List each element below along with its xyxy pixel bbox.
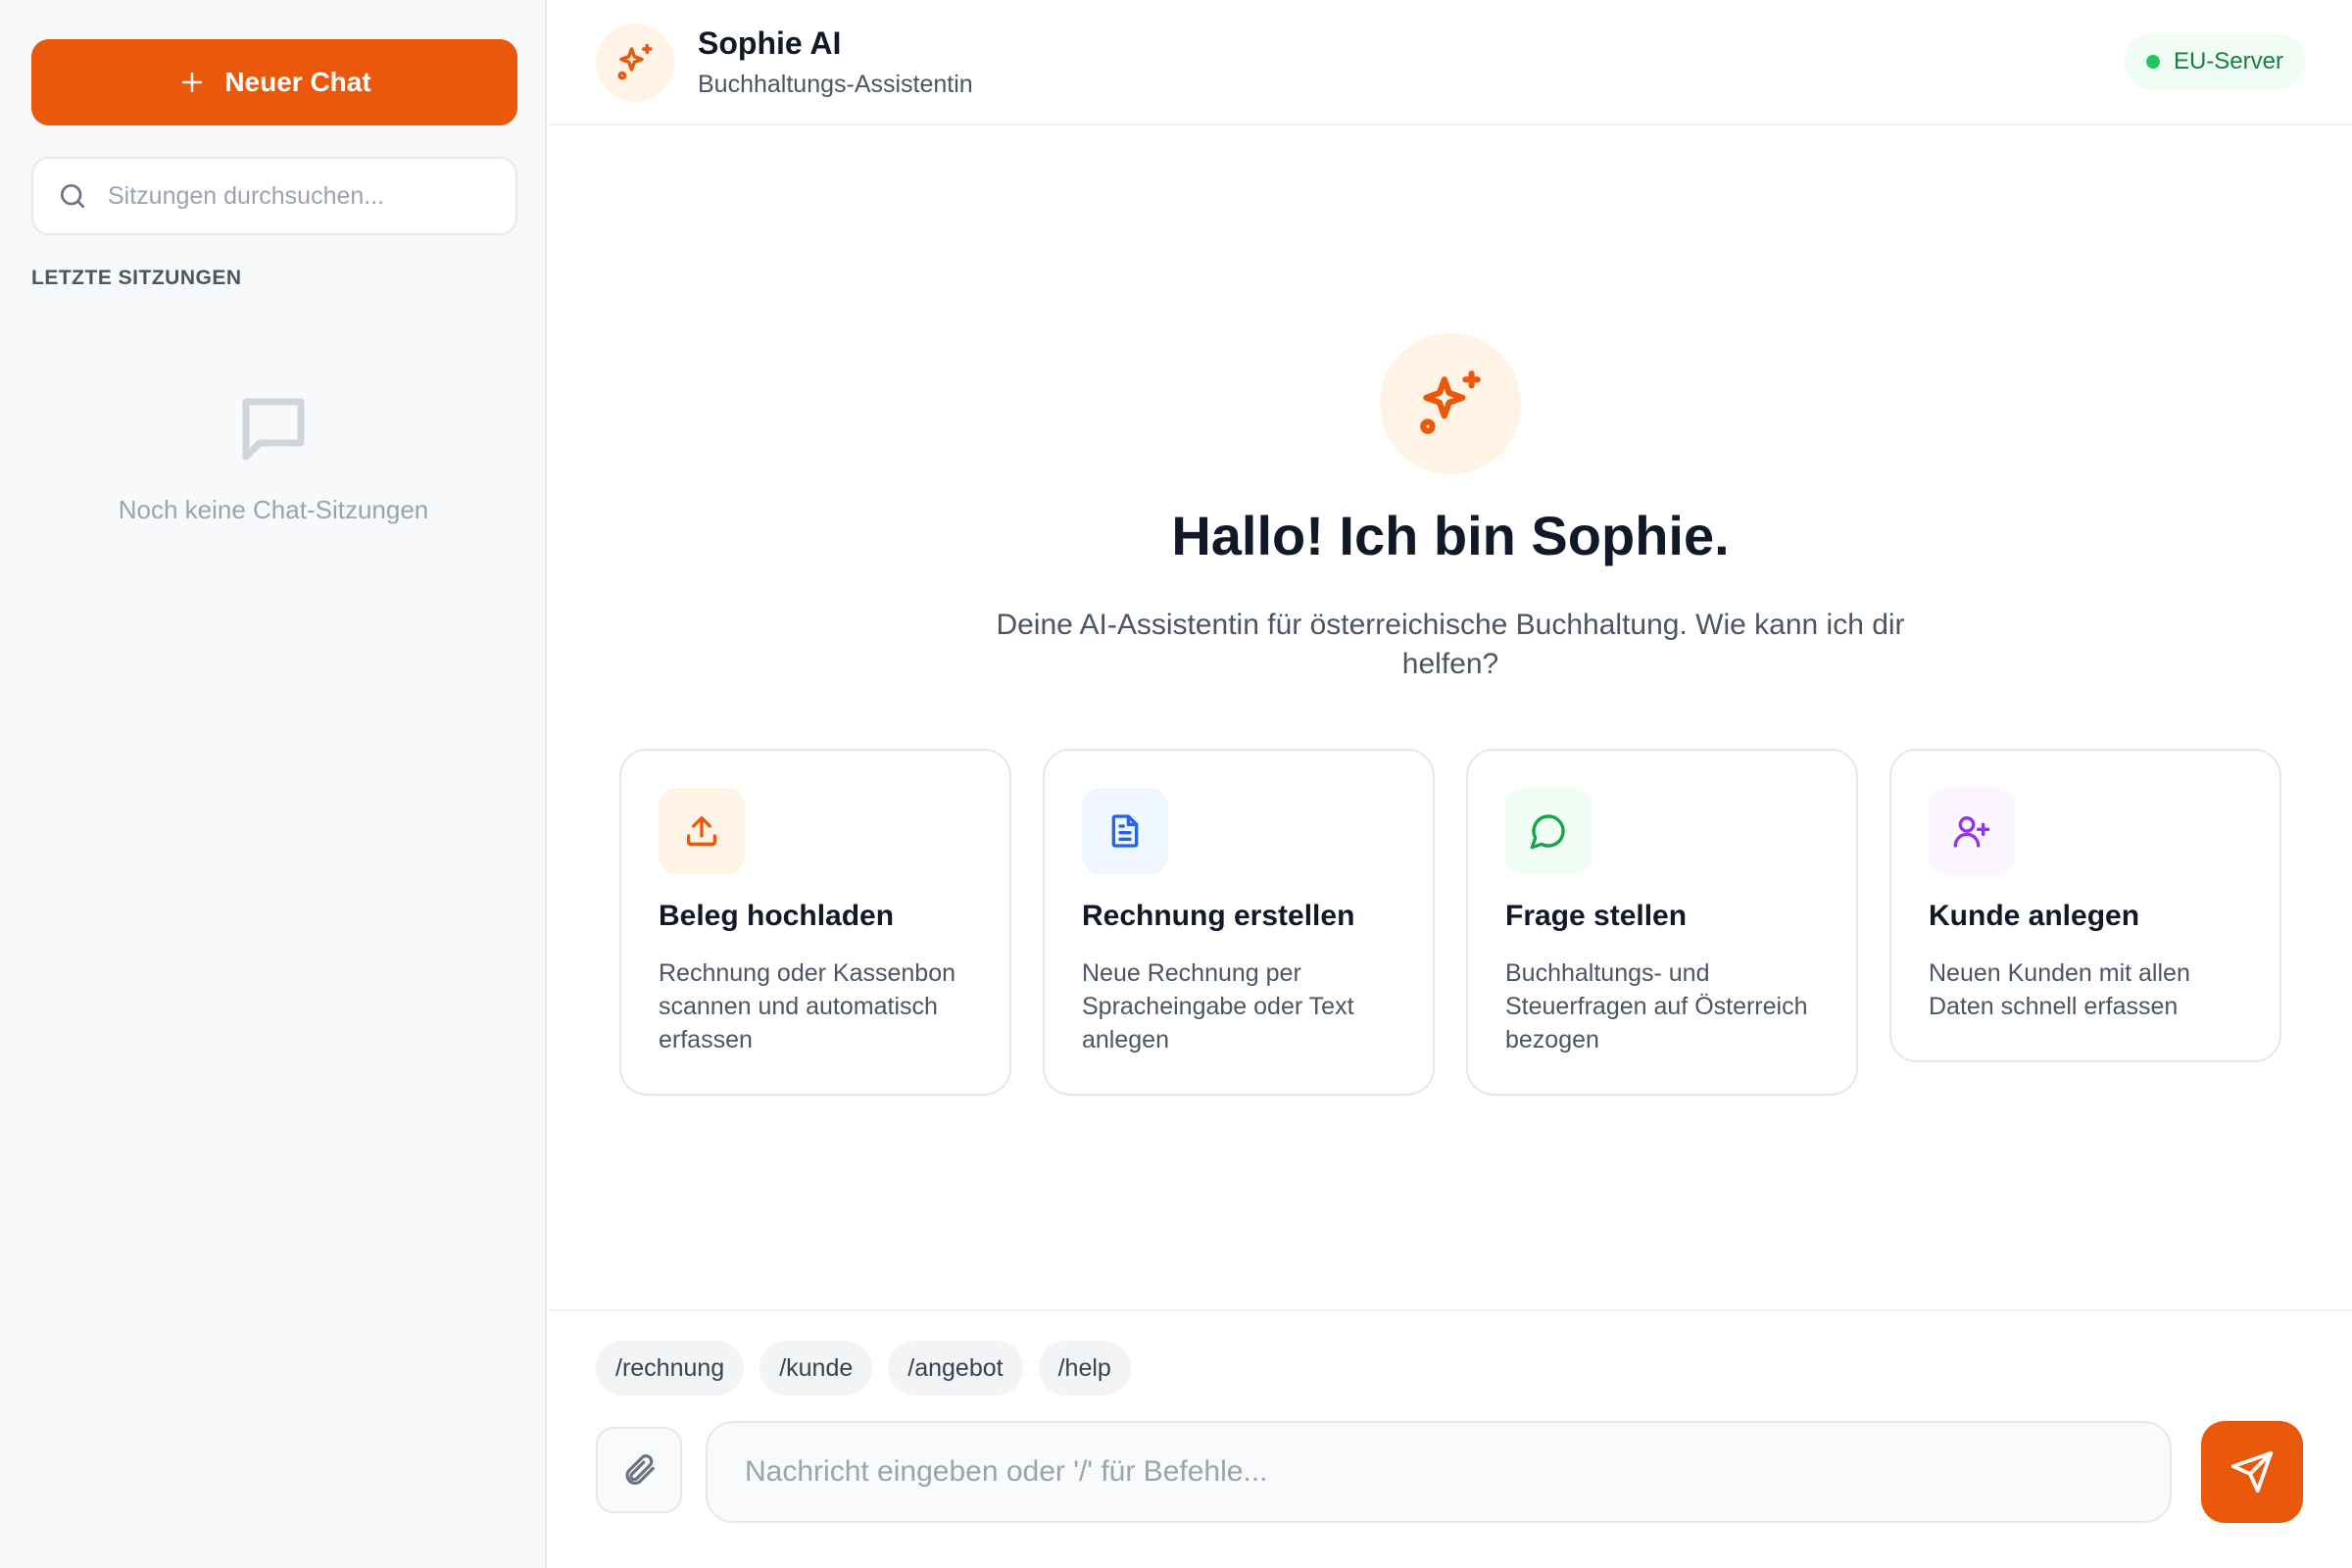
card-create-customer[interactable]: Kunde anlegen Neuen Kunden mit allen Dat… bbox=[1889, 749, 2281, 1062]
sparkles-icon bbox=[1420, 370, 1481, 434]
message-input[interactable] bbox=[706, 1421, 2172, 1523]
session-search-box[interactable] bbox=[31, 157, 517, 235]
status-dot-icon bbox=[2145, 55, 2160, 69]
welcome-title: Hallo! Ich bin Sophie. bbox=[1171, 505, 1730, 566]
card-icon-wrapper bbox=[1082, 788, 1168, 874]
server-status-label: EU-Server bbox=[2173, 48, 2283, 74]
recent-sessions-heading: LETZTE SITZUNGEN bbox=[31, 267, 242, 289]
paperclip-icon bbox=[625, 1454, 655, 1486]
new-chat-button[interactable]: Neuer Chat bbox=[31, 39, 517, 125]
command-chip-help[interactable]: /help bbox=[1038, 1341, 1131, 1396]
send-icon bbox=[2230, 1450, 2274, 1494]
user-plus-icon bbox=[1953, 816, 1990, 848]
attach-file-button[interactable] bbox=[596, 1427, 682, 1513]
command-chip-angebot[interactable]: /angebot bbox=[888, 1341, 1023, 1396]
hero-avatar bbox=[1380, 333, 1521, 474]
card-description: Neue Rechnung per Spracheingabe oder Tex… bbox=[1082, 959, 1354, 1054]
session-search-input[interactable] bbox=[106, 180, 498, 212]
card-title: Beleg hochladen bbox=[659, 900, 895, 932]
chat-bubble-icon bbox=[1530, 814, 1565, 850]
card-create-invoice[interactable]: Rechnung erstellen Neue Rechnung per Spr… bbox=[1043, 749, 1435, 1096]
document-icon bbox=[1111, 814, 1139, 848]
quick-action-cards: Beleg hochladen Rechnung oder Kassenbon … bbox=[619, 749, 2281, 1096]
app-window: Neuer Chat LETZTE SITZUNGEN Noch keine C… bbox=[0, 0, 2352, 1568]
assistant-role: Buchhaltungs-Assistentin bbox=[698, 71, 973, 98]
chat-header: Sophie AI Buchhaltungs-Assistentin EU-Se… bbox=[549, 0, 2352, 125]
sidebar: Neuer Chat LETZTE SITZUNGEN Noch keine C… bbox=[0, 0, 547, 1568]
command-chips: /rechnung /kunde /angebot /help bbox=[596, 1341, 1131, 1396]
card-icon-wrapper bbox=[1505, 788, 1592, 874]
card-title: Kunde anlegen bbox=[1929, 900, 2140, 932]
card-title: Frage stellen bbox=[1505, 900, 1688, 932]
empty-sessions-text: Noch keine Chat-Sitzungen bbox=[118, 495, 429, 524]
search-icon bbox=[61, 184, 84, 208]
new-chat-label: Neuer Chat bbox=[224, 67, 371, 97]
message-composer: /rechnung /kunde /angebot /help bbox=[549, 1309, 2352, 1568]
sparkles-icon bbox=[617, 43, 653, 80]
card-description: Neuen Kunden mit allen Daten schnell erf… bbox=[1929, 959, 2190, 1020]
card-icon-wrapper bbox=[1929, 788, 2015, 874]
card-upload-receipt[interactable]: Beleg hochladen Rechnung oder Kassenbon … bbox=[619, 749, 1011, 1096]
message-square-icon bbox=[242, 398, 305, 461]
plus-icon bbox=[182, 73, 203, 92]
card-description: Rechnung oder Kassenbon scannen und auto… bbox=[659, 959, 956, 1054]
assistant-name: Sophie AI bbox=[698, 25, 842, 61]
command-chip-kunde[interactable]: /kunde bbox=[760, 1341, 873, 1396]
send-button[interactable] bbox=[2201, 1421, 2303, 1523]
card-ask-question[interactable]: Frage stellen Buchhaltungs- und Steuerfr… bbox=[1466, 749, 1858, 1096]
card-title: Rechnung erstellen bbox=[1082, 900, 1355, 932]
card-icon-wrapper bbox=[659, 788, 745, 874]
card-description: Buchhaltungs- und Steuerfragen auf Öster… bbox=[1505, 959, 1808, 1054]
command-chip-rechnung[interactable]: /rechnung bbox=[596, 1341, 745, 1396]
upload-icon bbox=[687, 816, 716, 846]
welcome-subtitle: Deine AI-Assistentin für österreichische… bbox=[996, 609, 1905, 680]
assistant-avatar bbox=[596, 24, 674, 102]
chat-main: Sophie AI Buchhaltungs-Assistentin EU-Se… bbox=[549, 0, 2352, 1568]
empty-sessions-state: Noch keine Chat-Sitzungen bbox=[0, 388, 547, 525]
server-status-badge: EU-Server bbox=[2124, 33, 2305, 90]
